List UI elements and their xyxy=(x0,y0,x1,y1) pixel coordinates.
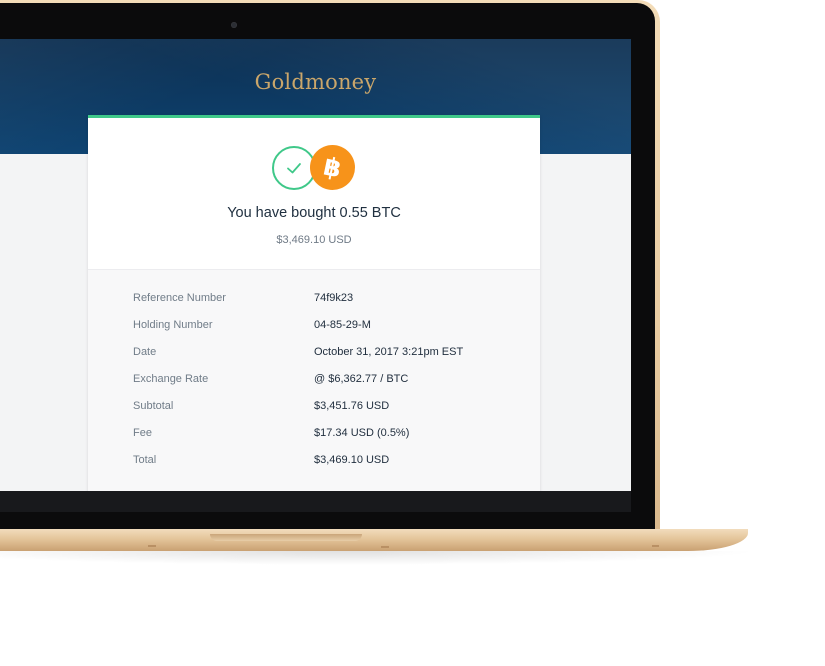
laptop-base xyxy=(0,529,748,551)
detail-label: Subtotal xyxy=(133,400,174,412)
detail-row-reference: Reference Number 74f9k23 xyxy=(133,292,513,308)
laptop-hinge-notch xyxy=(210,534,362,541)
detail-label: Total xyxy=(133,454,157,466)
bitcoin-icon: ฿ xyxy=(310,145,355,190)
confirmation-amount: $3,469.10 USD xyxy=(276,234,352,246)
webcam xyxy=(231,22,237,28)
detail-value: $17.34 USD (0.5%) xyxy=(314,427,410,439)
laptop-base-detail xyxy=(148,545,156,547)
detail-value: October 31, 2017 3:21pm EST xyxy=(314,346,464,358)
detail-value: @ $6,362.77 / BTC xyxy=(314,373,409,385)
detail-value: $3,451.76 USD xyxy=(314,400,390,412)
confirmation-headline: You have bought 0.55 BTC xyxy=(227,205,401,221)
confirmation-summary: ฿ You have bought 0.55 BTC $3,469.10 USD xyxy=(88,118,540,270)
laptop-screen: Goldmoney ฿ You have bought 0.55 BTC $3,… xyxy=(0,39,631,491)
detail-row-date: Date October 31, 2017 3:21pm EST xyxy=(133,346,513,362)
detail-label: Holding Number xyxy=(133,319,213,331)
bitcoin-symbol: ฿ xyxy=(320,151,345,184)
laptop-base-detail xyxy=(381,546,389,548)
detail-value: $3,469.10 USD xyxy=(314,454,390,466)
detail-value: 74f9k23 xyxy=(314,292,354,304)
transaction-details: Reference Number 74f9k23 Holding Number … xyxy=(88,270,540,491)
detail-row-exchange-rate: Exchange Rate @ $6,362.77 / BTC xyxy=(133,373,513,389)
laptop-bottom-bezel xyxy=(0,491,631,512)
detail-label: Exchange Rate xyxy=(133,373,209,385)
detail-label: Date xyxy=(133,346,157,358)
brand-logo[interactable]: Goldmoney xyxy=(0,70,631,94)
purchase-confirmation-card: ฿ You have bought 0.55 BTC $3,469.10 USD… xyxy=(88,115,540,491)
detail-label: Fee xyxy=(133,427,152,439)
detail-row-total: Total $3,469.10 USD xyxy=(133,454,513,470)
detail-label: Reference Number xyxy=(133,292,226,304)
laptop-shadow xyxy=(0,551,760,565)
detail-row-fee: Fee $17.34 USD (0.5%) xyxy=(133,427,513,443)
detail-row-holding: Holding Number 04-85-29-M xyxy=(133,319,513,335)
detail-row-subtotal: Subtotal $3,451.76 USD xyxy=(133,400,513,416)
laptop-base-detail xyxy=(652,545,659,547)
detail-value: 04-85-29-M xyxy=(314,319,371,331)
